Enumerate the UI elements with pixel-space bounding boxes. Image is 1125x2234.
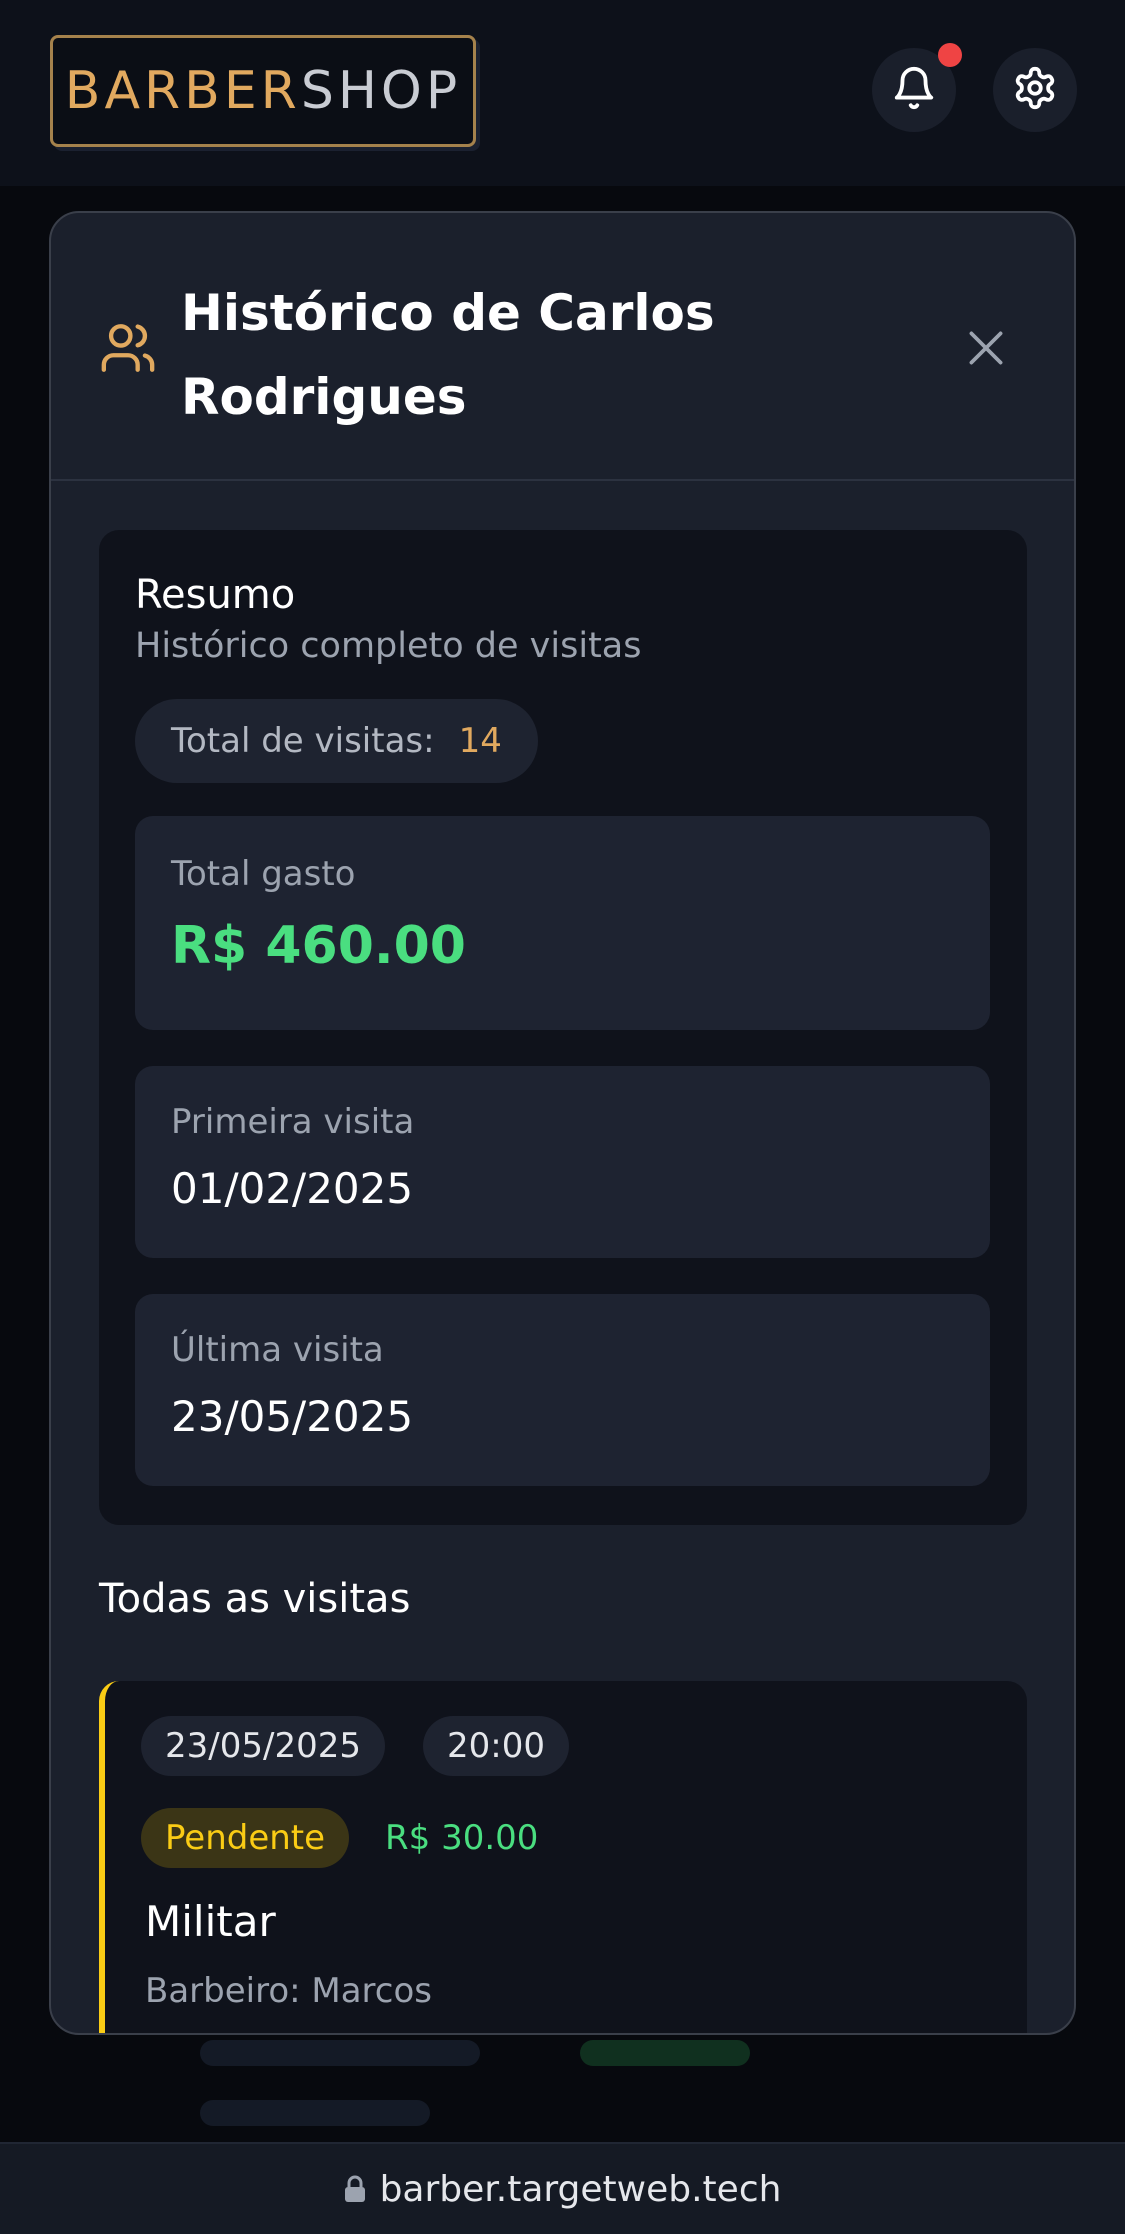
first-visit-value: 01/02/2025	[171, 1164, 414, 1213]
brand-logo[interactable]: BARBER SHOP	[50, 35, 476, 147]
url-text: barber.targetweb.tech	[379, 2168, 782, 2210]
first-visit-label: Primeira visita	[171, 1102, 415, 1142]
visit-card[interactable]: 23/05/2025 20:00 Pendente R$ 30.00 Milit…	[99, 1681, 1027, 2033]
total-visits-value: 14	[458, 721, 502, 761]
background-placeholder	[200, 2040, 480, 2066]
modal-header: Histórico de Carlos Rodrigues	[51, 213, 1074, 481]
summary-card: Resumo Histórico completo de visitas Tot…	[99, 530, 1027, 1525]
total-visits-label: Total de visitas:	[171, 721, 435, 761]
logo-secondary: SHOP	[300, 61, 462, 121]
total-spent-card: Total gasto R$ 460.00	[135, 816, 990, 1030]
visit-service: Militar	[145, 1897, 276, 1946]
visit-barber: Barbeiro: Marcos	[145, 1971, 432, 2011]
client-history-modal: Histórico de Carlos Rodrigues Resumo His…	[49, 211, 1076, 2035]
summary-subtitle: Histórico completo de visitas	[135, 626, 642, 666]
lock-icon	[344, 2175, 366, 2203]
last-visit-label: Última visita	[171, 1330, 384, 1370]
visit-date-chip: 23/05/2025	[141, 1716, 385, 1776]
visits-section-title: Todas as visitas	[99, 1576, 411, 1622]
total-spent-label: Total gasto	[171, 854, 356, 894]
close-button[interactable]	[961, 323, 1011, 373]
notification-badge	[938, 43, 962, 67]
browser-url-bar[interactable]: barber.targetweb.tech	[0, 2142, 1125, 2234]
total-visits-badge: Total de visitas: 14	[135, 699, 538, 783]
last-visit-value: 23/05/2025	[171, 1392, 414, 1441]
users-icon	[99, 319, 157, 381]
visit-status-badge: Pendente	[141, 1808, 350, 1868]
visit-price: R$ 30.00	[385, 1818, 539, 1858]
page: BARBER SHOP Histórico de Carlos Rodrigue…	[0, 0, 1125, 2234]
top-header: BARBER SHOP	[0, 0, 1125, 186]
logo-primary: BARBER	[64, 61, 301, 121]
settings-button[interactable]	[993, 48, 1077, 132]
bell-icon	[891, 65, 937, 115]
visit-time-chip: 20:00	[423, 1716, 569, 1776]
gear-icon	[1012, 65, 1058, 115]
modal-title: Histórico de Carlos Rodrigues	[181, 284, 715, 426]
total-spent-value: R$ 460.00	[171, 916, 466, 976]
close-icon	[961, 331, 1011, 377]
background-placeholder	[200, 2100, 430, 2126]
summary-title: Resumo	[135, 572, 296, 618]
background-placeholder	[580, 2040, 750, 2066]
first-visit-card: Primeira visita 01/02/2025	[135, 1066, 990, 1258]
last-visit-card: Última visita 23/05/2025	[135, 1294, 990, 1486]
